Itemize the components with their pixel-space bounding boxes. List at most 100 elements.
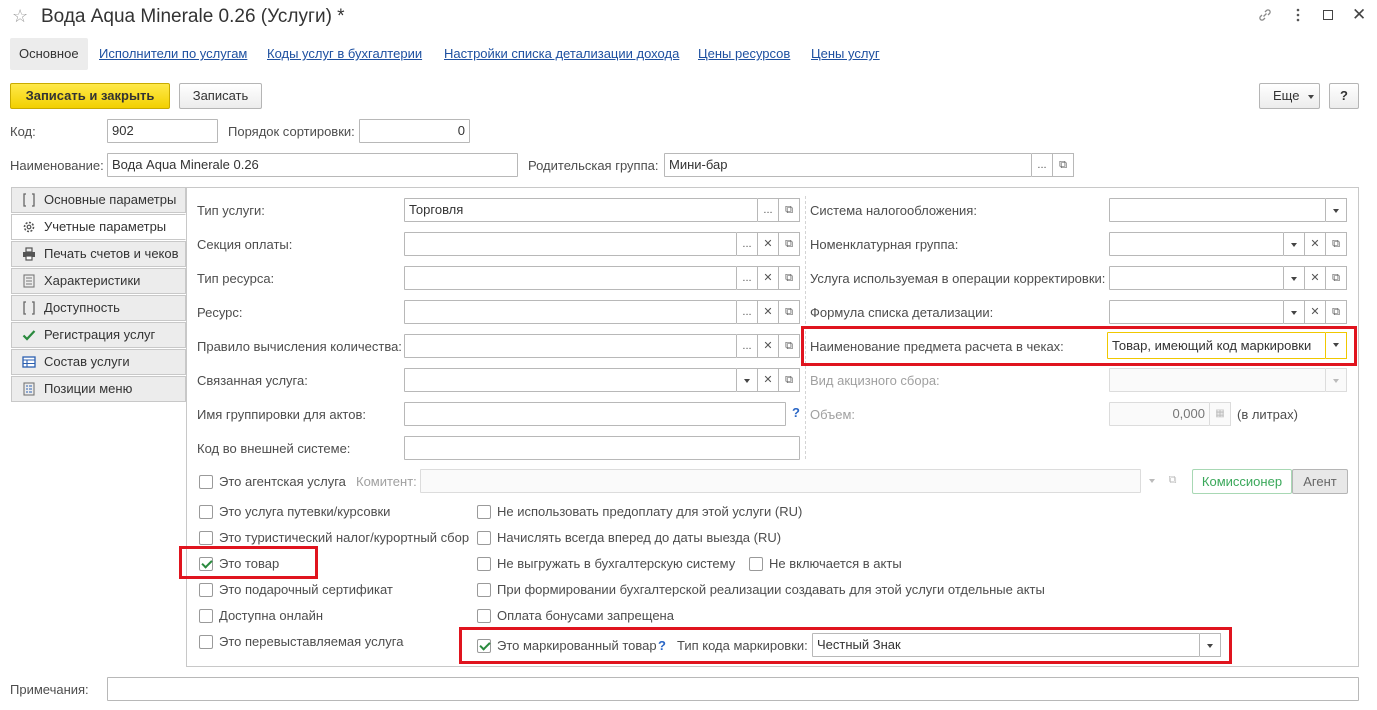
sidetab-service-registration[interactable]: Регистрация услуг xyxy=(11,322,186,348)
payment-section-clear-button[interactable]: ✕ xyxy=(758,232,779,256)
tab-accounting-codes[interactable]: Коды услуг в бухгалтерии xyxy=(267,44,422,64)
resource-type-open-button[interactable]: ⧉ xyxy=(779,266,800,290)
separate-acts-label: При формировании бухгалтерской реализаци… xyxy=(497,582,1045,597)
sort-order-field[interactable]: 0 xyxy=(359,119,470,143)
linked-service-dropdown-button[interactable] xyxy=(737,368,758,392)
grouping-name-label: Имя группировки для актов: xyxy=(197,407,366,422)
sidetab-menu-items[interactable]: Позиции меню xyxy=(11,376,186,402)
notes-field[interactable] xyxy=(107,677,1359,701)
tax-system-field[interactable] xyxy=(1109,198,1326,222)
tab-service-prices[interactable]: Цены услуг xyxy=(811,44,880,64)
linked-service-open-button[interactable]: ⧉ xyxy=(779,368,800,392)
resource-clear-button[interactable]: ✕ xyxy=(758,300,779,324)
not-in-acts-checkbox[interactable] xyxy=(749,557,763,571)
correction-service-field[interactable] xyxy=(1109,266,1284,290)
trip-voucher-checkbox[interactable] xyxy=(199,505,213,519)
code-label: Код: xyxy=(10,124,36,139)
grouping-name-field[interactable] xyxy=(404,402,786,426)
name-field[interactable]: Вода Aqua Minerale 0.26 xyxy=(107,153,518,177)
more-button[interactable]: Еще xyxy=(1259,83,1320,109)
save-button[interactable]: Записать xyxy=(179,83,262,109)
tab-main-label[interactable]: Основное xyxy=(19,44,79,64)
link-icon[interactable] xyxy=(1257,7,1273,23)
bonus-forbidden-checkbox[interactable] xyxy=(477,609,491,623)
payment-section-select-button[interactable]: ... xyxy=(737,232,758,256)
tax-system-dropdown-button[interactable] xyxy=(1326,198,1347,222)
sidetab-accounting-params[interactable]: Учетные параметры xyxy=(11,214,186,240)
detail-formula-field[interactable] xyxy=(1109,300,1284,324)
linked-service-field[interactable] xyxy=(404,368,737,392)
detail-formula-clear-button[interactable]: ✕ xyxy=(1305,300,1326,324)
sidetab-label: Состав услуги xyxy=(44,354,130,369)
maximize-icon[interactable] xyxy=(1323,10,1333,20)
more-vertical-icon[interactable] xyxy=(1295,7,1301,23)
correction-service-open-button[interactable]: ⧉ xyxy=(1326,266,1347,290)
sidetab-print[interactable]: Печать счетов и чеков xyxy=(11,241,186,267)
committent-field xyxy=(420,469,1141,493)
service-type-field[interactable]: Торговля xyxy=(404,198,758,222)
detail-formula-label: Формула списка детализации: xyxy=(810,305,994,320)
nomenclature-group-dropdown-button[interactable] xyxy=(1284,232,1305,256)
nomenclature-group-field[interactable] xyxy=(1109,232,1284,256)
no-export-checkbox[interactable] xyxy=(477,557,491,571)
help-button[interactable]: ? xyxy=(1329,83,1359,109)
parent-group-open-button[interactable]: ⧉ xyxy=(1053,153,1074,177)
parent-group-select-button[interactable]: ... xyxy=(1032,153,1053,177)
tab-resource-prices[interactable]: Цены ресурсов xyxy=(698,44,790,64)
agent-button[interactable]: Агент xyxy=(1292,469,1348,494)
favorite-star-icon[interactable]: ☆ xyxy=(12,6,28,26)
online-available-checkbox[interactable] xyxy=(199,609,213,623)
resource-type-field[interactable] xyxy=(404,266,737,290)
separate-acts-checkbox[interactable] xyxy=(477,583,491,597)
sidetab-main-params[interactable]: Основные параметры xyxy=(11,187,186,213)
sidetab-availability[interactable]: Доступность xyxy=(11,295,186,321)
save-and-close-button[interactable]: Записать и закрыть xyxy=(10,83,170,109)
service-type-open-button[interactable]: ⧉ xyxy=(779,198,800,222)
tab-service-executors[interactable]: Исполнители по услугам xyxy=(99,44,247,64)
tourist-tax-label: Это туристический налог/курортный сбор xyxy=(219,530,470,545)
resource-field[interactable] xyxy=(404,300,737,324)
nomenclature-group-clear-button[interactable]: ✕ xyxy=(1305,232,1326,256)
sidetab-service-composition[interactable]: Состав услуги xyxy=(11,349,186,375)
service-type-label: Тип услуги: xyxy=(197,203,265,218)
tab-income-detail-settings[interactable]: Настройки списка детализации дохода xyxy=(444,44,679,64)
payment-section-label: Секция оплаты: xyxy=(197,237,293,252)
resource-type-select-button[interactable]: ... xyxy=(737,266,758,290)
detail-formula-open-button[interactable]: ⧉ xyxy=(1326,300,1347,324)
code-field[interactable]: 902 xyxy=(107,119,218,143)
volume-label: Объем: xyxy=(810,407,856,422)
parent-group-field[interactable]: Мини-бар xyxy=(664,153,1032,177)
correction-service-dropdown-button[interactable] xyxy=(1284,266,1305,290)
bonus-forbidden-label: Оплата бонусами запрещена xyxy=(497,608,674,623)
quantity-rule-field[interactable] xyxy=(404,334,737,358)
sidetab-label: Позиции меню xyxy=(44,381,133,396)
agent-service-checkbox[interactable] xyxy=(199,475,213,489)
tourist-tax-checkbox[interactable] xyxy=(199,531,213,545)
agent-service-label: Это агентская услуга xyxy=(219,474,346,489)
rebilled-service-checkbox[interactable] xyxy=(199,635,213,649)
detail-formula-dropdown-button[interactable] xyxy=(1284,300,1305,324)
committent-dropdown-button xyxy=(1141,469,1162,493)
service-type-select-button[interactable]: ... xyxy=(758,198,779,222)
payment-section-open-button[interactable]: ⧉ xyxy=(779,232,800,256)
quantity-rule-clear-button[interactable]: ✕ xyxy=(758,334,779,358)
correction-service-clear-button[interactable]: ✕ xyxy=(1305,266,1326,290)
gift-certificate-checkbox[interactable] xyxy=(199,583,213,597)
grouping-help-icon[interactable]: ? xyxy=(792,405,800,420)
linked-service-clear-button[interactable]: ✕ xyxy=(758,368,779,392)
brackets-icon xyxy=(23,193,35,207)
external-code-field[interactable] xyxy=(404,436,800,460)
close-icon[interactable]: ✕ xyxy=(1352,5,1366,25)
online-available-label: Доступна онлайн xyxy=(219,608,324,623)
resource-type-clear-button[interactable]: ✕ xyxy=(758,266,779,290)
sidetab-characteristics[interactable]: Характеристики xyxy=(11,268,186,294)
charge-ahead-checkbox[interactable] xyxy=(477,531,491,545)
payment-section-field[interactable] xyxy=(404,232,737,256)
quantity-rule-open-button[interactable]: ⧉ xyxy=(779,334,800,358)
quantity-rule-select-button[interactable]: ... xyxy=(737,334,758,358)
commissioner-button[interactable]: Комиссионер xyxy=(1192,469,1292,494)
no-prepayment-checkbox[interactable] xyxy=(477,505,491,519)
resource-open-button[interactable]: ⧉ xyxy=(779,300,800,324)
resource-select-button[interactable]: ... xyxy=(737,300,758,324)
nomenclature-group-open-button[interactable]: ⧉ xyxy=(1326,232,1347,256)
